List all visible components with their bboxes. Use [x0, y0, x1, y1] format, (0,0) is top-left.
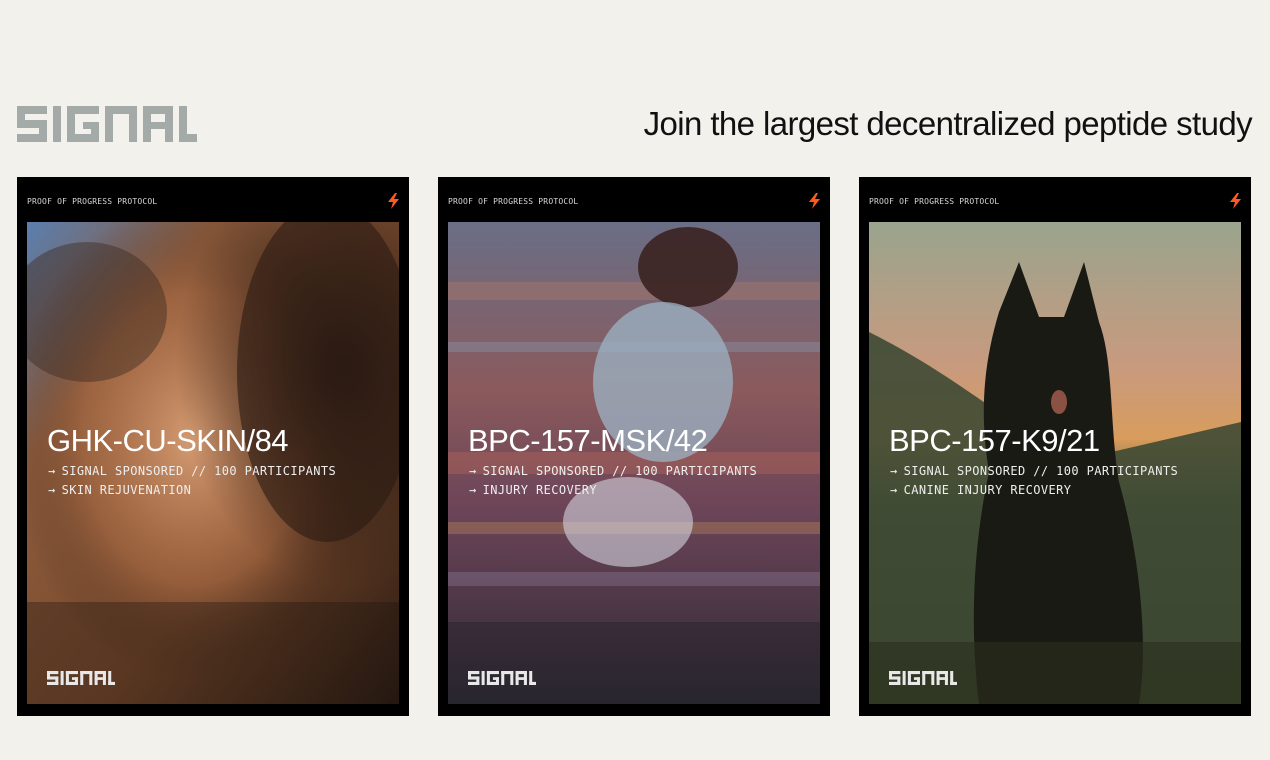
sponsor-text: SIGNAL SPONSORED // 100 PARTICIPANTS — [61, 464, 337, 478]
protocol-label: PROOF OF PROGRESS PROTOCOL — [448, 197, 579, 206]
study-photo-dog — [869, 222, 1241, 704]
sponsor-line: → SIGNAL SPONSORED // 100 PARTICIPANTS — [890, 464, 1178, 478]
sponsor-text: SIGNAL SPONSORED // 100 PARTICIPANTS — [482, 464, 758, 478]
protocol-label: PROOF OF PROGRESS PROTOCOL — [869, 197, 1000, 206]
study-id: BPC-157-K9/21 — [889, 423, 1100, 458]
lightning-bolt-icon — [1230, 193, 1241, 209]
study-card-bpc-157-k9[interactable]: PROOF OF PROGRESS PROTOCOL BPC-157-K9/21… — [859, 177, 1251, 716]
arrow-icon: → — [48, 483, 56, 497]
study-card-bpc-157-msk[interactable]: PROOF OF PROGRESS PROTOCOL BPC-157-MSK/4… — [438, 177, 830, 716]
protocol-label: PROOF OF PROGRESS PROTOCOL — [27, 197, 158, 206]
signal-footer-logo — [468, 671, 536, 685]
focus-text: CANINE INJURY RECOVERY — [903, 483, 1072, 497]
signal-logo[interactable] — [17, 106, 197, 142]
focus-line: → INJURY RECOVERY — [469, 483, 597, 497]
lightning-bolt-icon — [809, 193, 820, 209]
arrow-icon: → — [469, 464, 477, 478]
focus-line: → CANINE INJURY RECOVERY — [890, 483, 1071, 497]
signal-footer-logo — [47, 671, 115, 685]
lightning-bolt-icon — [388, 193, 399, 209]
study-id: BPC-157-MSK/42 — [468, 423, 708, 458]
arrow-icon: → — [48, 464, 56, 478]
arrow-icon: → — [890, 483, 898, 497]
arrow-icon: → — [469, 483, 477, 497]
focus-text: SKIN REJUVENATION — [61, 483, 192, 497]
sponsor-line: → SIGNAL SPONSORED // 100 PARTICIPANTS — [48, 464, 336, 478]
sponsor-line: → SIGNAL SPONSORED // 100 PARTICIPANTS — [469, 464, 757, 478]
arrow-icon: → — [890, 464, 898, 478]
study-photo-woman-portrait — [27, 222, 399, 704]
study-card-ghk-cu-skin[interactable]: PROOF OF PROGRESS PROTOCOL GHK-CU-SKIN/8… — [17, 177, 409, 716]
focus-text: INJURY RECOVERY — [482, 483, 597, 497]
focus-line: → SKIN REJUVENATION — [48, 483, 191, 497]
page-headline: Join the largest decentralized peptide s… — [643, 105, 1253, 142]
study-id: GHK-CU-SKIN/84 — [47, 423, 289, 458]
study-photo-runner — [448, 222, 820, 704]
signal-footer-logo — [889, 671, 957, 685]
sponsor-text: SIGNAL SPONSORED // 100 PARTICIPANTS — [903, 464, 1179, 478]
